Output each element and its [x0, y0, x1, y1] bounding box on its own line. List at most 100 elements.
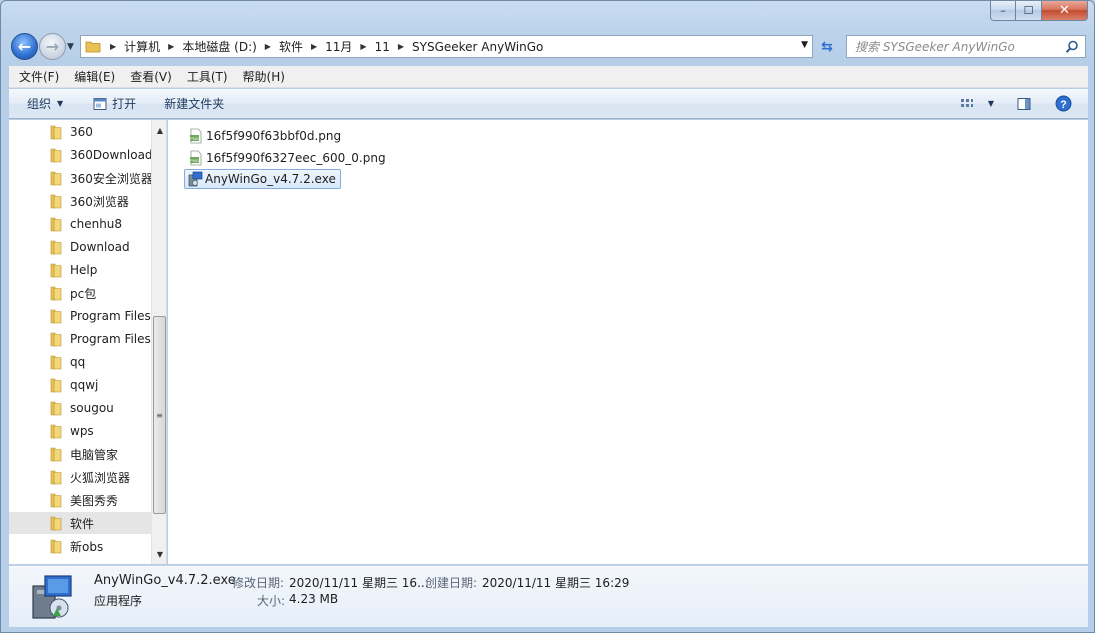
nav-item-wps[interactable]: wps — [9, 420, 151, 442]
png-file-icon: PNG — [190, 128, 202, 144]
breadcrumb-separator[interactable]: ▶ — [306, 42, 322, 51]
search-input[interactable]: 搜索 SYSGeeker AnyWinGo — [846, 35, 1086, 58]
history-dropdown-button[interactable]: ▼ — [67, 42, 74, 52]
nav-item-label: Download — [70, 240, 130, 254]
back-button[interactable]: ← — [11, 33, 38, 60]
preview-pane-icon — [1017, 97, 1031, 110]
view-grid-icon — [960, 98, 973, 107]
breadcrumb-separator[interactable]: ▶ — [260, 42, 276, 51]
folder-icon — [85, 41, 101, 53]
folder-icon — [50, 171, 62, 186]
folder-icon — [50, 378, 62, 393]
breadcrumb-software[interactable]: 软件 — [276, 36, 306, 57]
address-bar[interactable]: ▶ 计算机 ▶ 本地磁盘 (D:) ▶ 软件 ▶ 11月 ▶ 11 ▶ SYSG… — [80, 35, 813, 58]
details-size-label: 大小: — [257, 594, 286, 608]
maximize-button[interactable]: ☐ — [1016, 1, 1042, 21]
forward-button[interactable]: → — [39, 33, 66, 60]
view-options-button[interactable]: ▼ — [954, 89, 1000, 118]
command-bar-right: ▼ ? — [954, 89, 1078, 118]
breadcrumb-current-folder[interactable]: SYSGeeker AnyWinGo — [409, 36, 546, 57]
nav-item-program-files-2[interactable]: Program Files — [9, 328, 151, 350]
nav-item-360-browser[interactable]: 360浏览器 — [9, 190, 151, 212]
breadcrumb-november[interactable]: 11月 — [322, 36, 355, 57]
folder-icon — [50, 263, 62, 278]
details-pane: AnyWinGo_v4.7.2.exe 应用程序 修改日期: 2020/11/1… — [9, 565, 1088, 627]
nav-item-label: 美图秀秀 — [70, 493, 119, 508]
nav-item-label: 火狐浏览器 — [70, 470, 131, 485]
nav-item-pc-bao[interactable]: pc包 — [9, 282, 151, 304]
file-item-png[interactable]: PNG 16f5f990f6327eec_600_0.png — [186, 148, 390, 168]
breadcrumb-drive-d[interactable]: 本地磁盘 (D:) — [179, 36, 259, 57]
address-dropdown-button[interactable]: ▼ — [801, 40, 808, 50]
file-item-png[interactable]: PNG 16f5f990f63bbf0d.png — [186, 126, 345, 146]
navigation-pane: 360 360Download 360安全浏览器 360浏览器 chenhu8 … — [9, 120, 167, 564]
breadcrumb-separator[interactable]: ▶ — [393, 42, 409, 51]
file-name: 16f5f990f6327eec_600_0.png — [206, 151, 386, 165]
nav-item-360[interactable]: 360 — [9, 121, 151, 143]
help-button[interactable]: ? — [1049, 89, 1078, 118]
minimize-button[interactable]: – — [990, 1, 1016, 21]
nav-pane-scrollbar[interactable]: ▲ ≡ ▼ — [151, 120, 166, 564]
nav-item-label: qq — [70, 355, 86, 369]
menu-tools[interactable]: 工具(T) — [182, 68, 233, 85]
details-file-name: AnyWinGo_v4.7.2.exe — [94, 573, 236, 588]
nav-item-qq[interactable]: qq — [9, 351, 151, 373]
nav-item-label: qqwj — [70, 378, 99, 392]
nav-item-software[interactable]: 软件 — [9, 512, 151, 534]
nav-item-help[interactable]: Help — [9, 259, 151, 281]
nav-item-new-obs[interactable]: 新obs — [9, 535, 151, 557]
nav-item-qqwj[interactable]: qqwj — [9, 374, 151, 396]
nav-item-meitu[interactable]: 美图秀秀 — [9, 489, 151, 511]
scroll-thumb[interactable]: ≡ — [153, 316, 166, 514]
nav-item-pc-manager[interactable]: 电脑管家 — [9, 443, 151, 465]
menu-file[interactable]: 文件(F) — [14, 68, 64, 85]
scroll-up-button[interactable]: ▲ — [152, 122, 166, 138]
nav-item-360-secure-browser[interactable]: 360安全浏览器 — [9, 167, 151, 189]
breadcrumb-separator[interactable]: ▶ — [105, 42, 121, 51]
search-placeholder: 搜索 SYSGeeker AnyWinGo — [855, 40, 1015, 54]
folder-icon — [50, 516, 62, 531]
chevron-down-icon: ▼ — [987, 99, 994, 108]
search-icon[interactable] — [1065, 40, 1079, 54]
close-button[interactable]: ✕ — [1042, 1, 1088, 21]
arrow-left-icon: ← — [17, 37, 32, 56]
chevron-down-icon: ▼ — [57, 99, 64, 108]
open-button[interactable]: 打开 — [85, 89, 144, 118]
new-folder-label: 新建文件夹 — [164, 97, 225, 111]
breadcrumb-11[interactable]: 11 — [372, 36, 393, 57]
folder-icon — [50, 447, 62, 462]
details-created-label: 创建日期: — [425, 576, 478, 590]
nav-item-sougou[interactable]: sougou — [9, 397, 151, 419]
menu-view[interactable]: 查看(V) — [125, 68, 177, 85]
refresh-icon: ⇆ — [821, 38, 833, 55]
nav-item-chenhu8[interactable]: chenhu8 — [9, 213, 151, 235]
menu-help[interactable]: 帮助(H) — [238, 68, 290, 85]
organize-label: 组织 — [27, 97, 52, 111]
folder-icon — [50, 424, 62, 439]
command-bar: 组织 ▼ 打开 新建文件夹 ▼ ? — [9, 89, 1088, 119]
open-window-icon — [93, 97, 107, 110]
nav-item-firefox[interactable]: 火狐浏览器 — [9, 466, 151, 488]
scroll-down-button[interactable]: ▼ — [152, 546, 166, 562]
organize-button[interactable]: 组织 ▼ — [19, 89, 71, 118]
new-folder-button[interactable]: 新建文件夹 — [156, 89, 232, 118]
breadcrumb-separator[interactable]: ▶ — [163, 42, 179, 51]
nav-item-360download[interactable]: 360Download — [9, 144, 151, 166]
breadcrumb-computer[interactable]: 计算机 — [121, 36, 163, 57]
menu-edit[interactable]: 编辑(E) — [69, 68, 120, 85]
file-item-exe[interactable]: AnyWinGo_v4.7.2.exe — [184, 169, 341, 189]
details-file-type: 应用程序 — [94, 594, 143, 608]
folder-icon — [50, 355, 62, 370]
breadcrumb-separator[interactable]: ▶ — [355, 42, 371, 51]
folder-icon — [50, 401, 62, 416]
nav-item-label: 新obs — [70, 539, 104, 554]
nav-item-label: 360 — [70, 125, 93, 139]
preview-pane-button[interactable] — [1010, 89, 1043, 118]
nav-item-download[interactable]: Download — [9, 236, 151, 258]
nav-item-label: Program Files — [70, 309, 151, 323]
nav-item-program-files[interactable]: Program Files — [9, 305, 151, 327]
nav-item-label: 360安全浏览器 — [70, 171, 151, 186]
refresh-button[interactable]: ⇆ — [816, 35, 838, 58]
file-name: AnyWinGo_v4.7.2.exe — [205, 172, 336, 186]
file-list-pane[interactable]: PNG 16f5f990f63bbf0d.png PNG 16f5f990f63… — [168, 120, 1088, 564]
